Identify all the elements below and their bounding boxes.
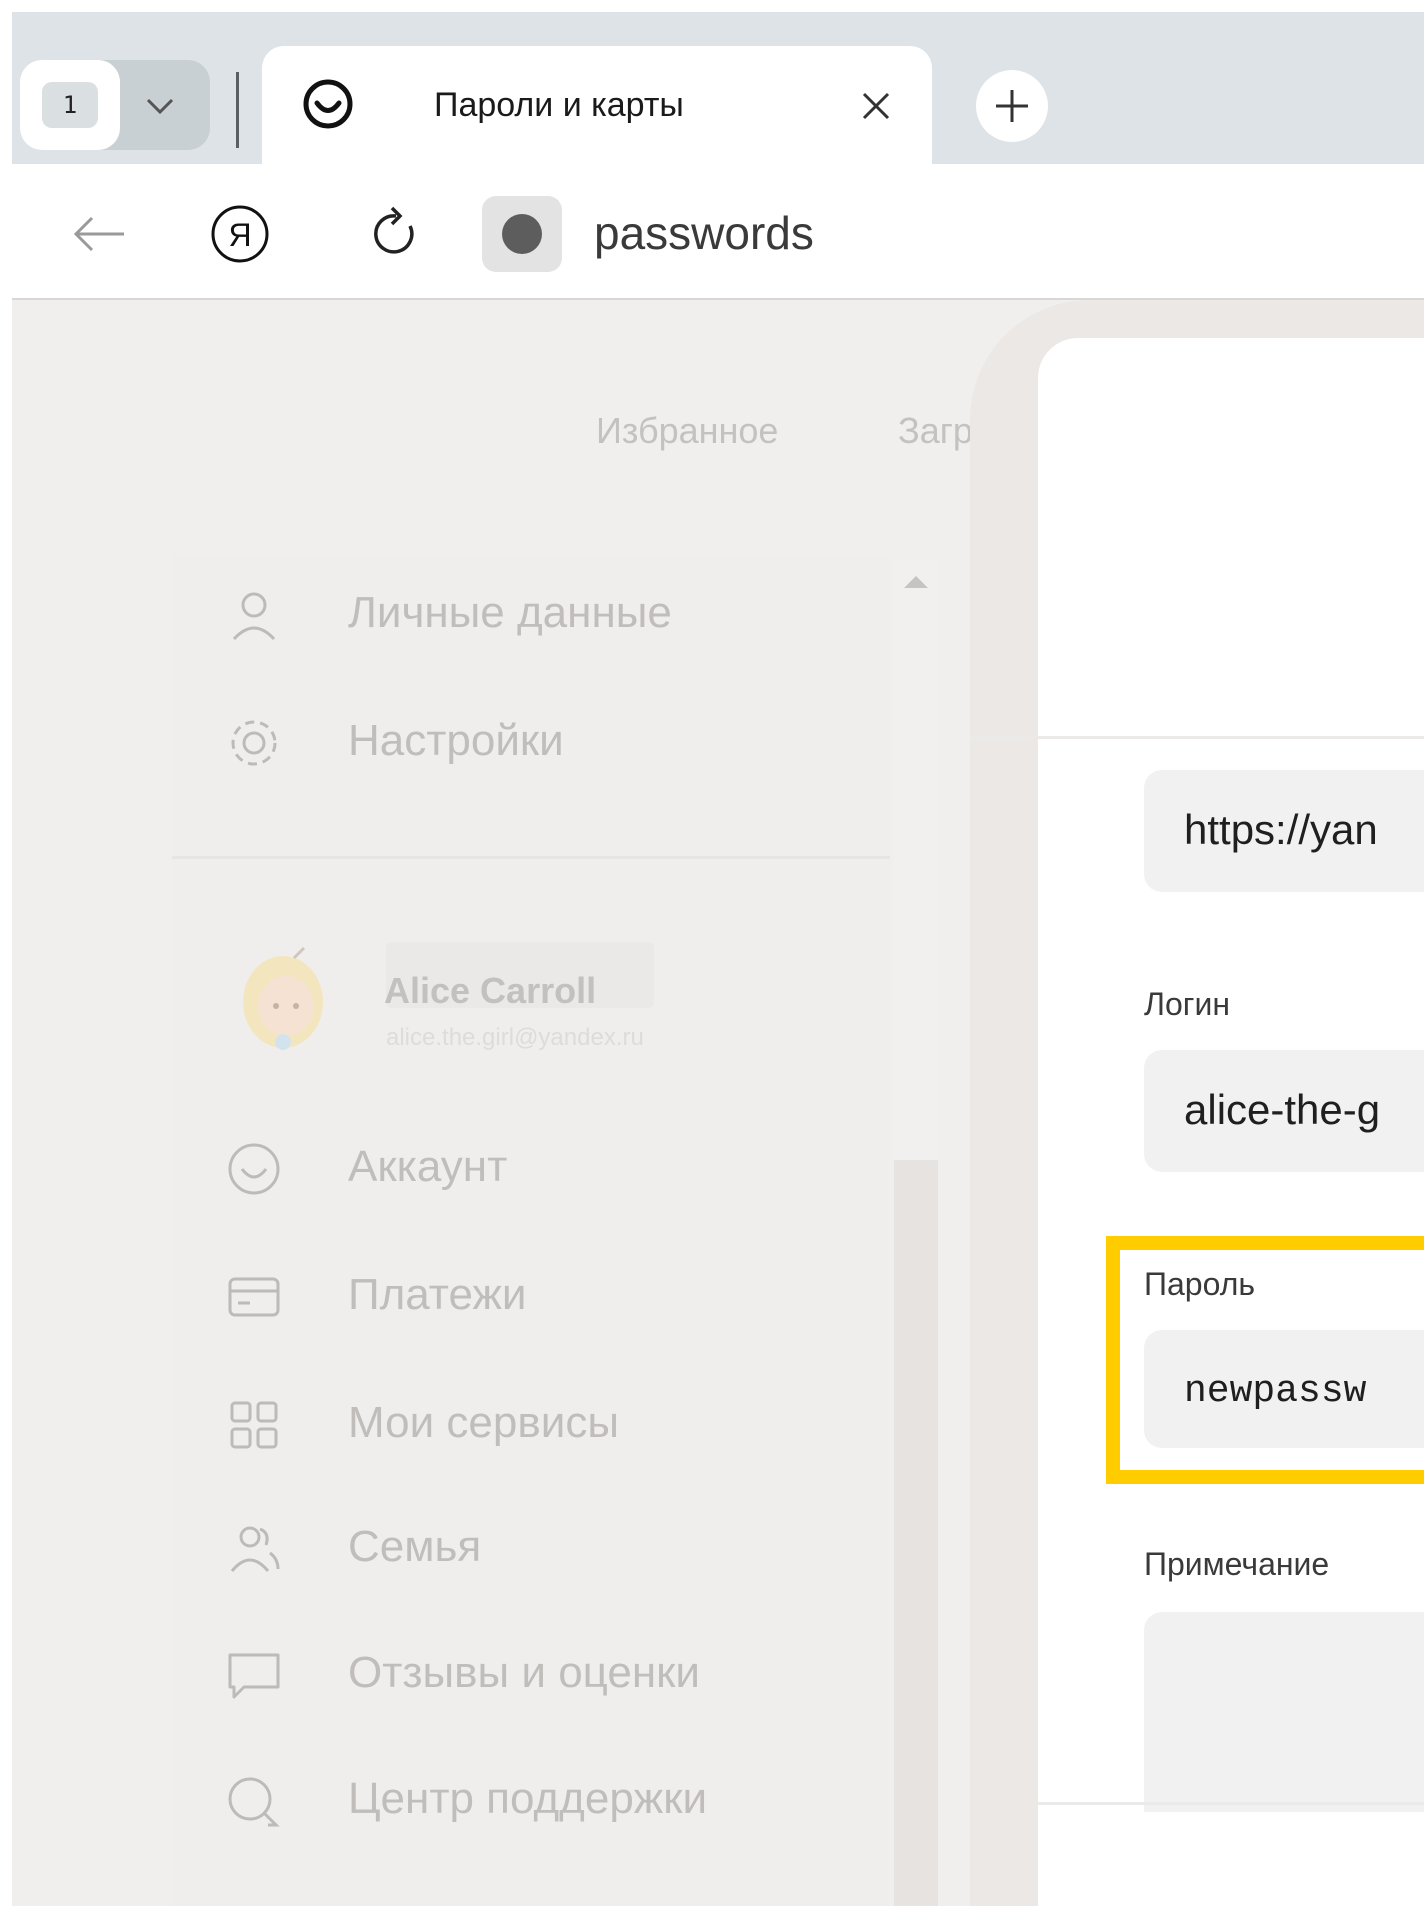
person-icon: [224, 585, 284, 645]
sidebar-item-label: Отзывы и оценки: [348, 1648, 700, 1697]
sidebar-item-settings[interactable]: Настройки: [224, 708, 824, 778]
family-icon: [224, 1519, 284, 1579]
user-email: alice.the.girl@yandex.ru: [386, 1024, 644, 1051]
screen: 1 Пароли и карты Я passwords Избранное З…: [0, 0, 1424, 1906]
login-field[interactable]: alice-the-g: [1144, 1050, 1424, 1172]
reviews-icon: [224, 1645, 284, 1705]
scroll-up-arrow-icon[interactable]: [904, 576, 928, 588]
svg-text:Я: Я: [228, 217, 251, 253]
close-icon[interactable]: [852, 82, 900, 130]
login-label: Логин: [1144, 986, 1231, 1022]
reload-icon[interactable]: [364, 202, 428, 266]
gear-icon: [224, 713, 284, 773]
services-grid-icon: [224, 1395, 284, 1455]
sidebar-item-label: Центр поддержки: [348, 1774, 708, 1823]
sidebar-item-support[interactable]: Центр поддержки: [224, 1766, 824, 1836]
password-field[interactable]: newpassw: [1144, 1330, 1424, 1448]
browser-toolbar: Я passwords: [12, 166, 1424, 300]
yandex-logo-icon[interactable]: Я: [208, 202, 272, 266]
sidebar-item-label: Платежи: [348, 1270, 527, 1319]
back-arrow-icon[interactable]: [68, 206, 132, 262]
site-url-field[interactable]: https://yan: [1144, 770, 1424, 892]
password-value: newpassw: [1184, 1370, 1367, 1413]
sidebar-item-family[interactable]: Семья: [224, 1514, 824, 1584]
site-url-value: https://yan: [1184, 806, 1378, 853]
user-name: Alice Carroll: [384, 970, 597, 1011]
support-icon: [224, 1771, 284, 1831]
login-value: alice-the-g: [1184, 1086, 1381, 1133]
scrollbar-thumb[interactable]: [894, 1160, 938, 1906]
modal-header-divider: [970, 736, 1424, 739]
tab-count-badge: 1: [42, 82, 98, 128]
tab-passwords[interactable]: Пароли и карты: [262, 46, 932, 166]
tab-title: Пароли и карты: [434, 86, 684, 124]
sidebar-item-personal-data[interactable]: Личные данные: [224, 580, 824, 650]
note-label: Примечание: [1144, 1546, 1330, 1582]
sidebar-item-reviews[interactable]: Отзывы и оценки: [224, 1640, 824, 1710]
tab-counter[interactable]: 1: [20, 60, 120, 150]
note-field[interactable]: [1144, 1612, 1424, 1812]
nav-favorites[interactable]: Избранное: [596, 410, 778, 452]
chevron-down-icon[interactable]: [130, 72, 190, 138]
card-icon: [224, 1267, 284, 1327]
avatar[interactable]: [228, 940, 338, 1068]
address-bar-url[interactable]: passwords: [594, 206, 814, 260]
sidebar-item-services[interactable]: Мои сервисы: [224, 1390, 824, 1460]
plus-icon: [996, 90, 1028, 122]
sidebar-item-label: Семья: [348, 1522, 482, 1571]
sidebar-divider: [172, 856, 890, 859]
sidebar-item-account[interactable]: Аккаунт: [224, 1134, 824, 1204]
sidebar-item-label: Настройки: [348, 716, 564, 765]
account-icon: [224, 1139, 284, 1199]
sidebar-item-payments[interactable]: Платежи: [224, 1262, 824, 1332]
yandex-id-icon: [300, 76, 356, 132]
sidebar-item-label: Личные данные: [348, 588, 672, 637]
site-shield-icon[interactable]: [482, 196, 562, 272]
new-tab-button[interactable]: [976, 70, 1048, 142]
password-label: Пароль: [1144, 1266, 1256, 1302]
modal-footer-divider: [1038, 1802, 1424, 1805]
sidebar-item-label: Мои сервисы: [348, 1398, 619, 1447]
tab-separator: [236, 72, 239, 148]
sidebar-item-label: Аккаунт: [348, 1142, 508, 1191]
